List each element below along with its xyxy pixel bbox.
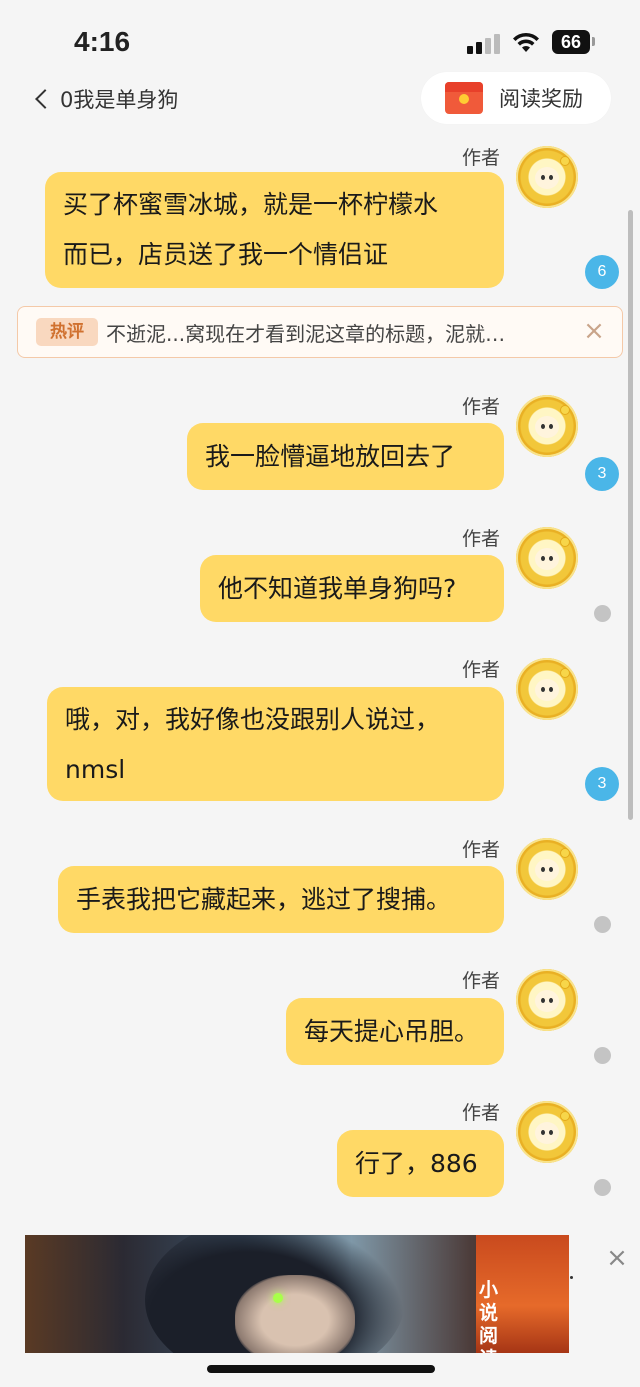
message-line: 买了杯蜜雪冰城，就是一杯柠檬水: [63, 190, 439, 219]
ad-banner[interactable]: 小说阅读: [25, 1235, 569, 1353]
ad-label: 小说阅读: [479, 1279, 499, 1353]
message-line: 而已，店员送了我一个情侣证: [63, 240, 389, 269]
close-icon[interactable]: ×: [604, 1245, 630, 1271]
chat-title: 0我是单身狗: [60, 88, 179, 112]
author-avatar[interactable]: [516, 969, 578, 1031]
battery-tip: [592, 37, 595, 46]
author-avatar[interactable]: [516, 146, 578, 208]
author-avatar[interactable]: [516, 395, 578, 457]
chevron-left-icon: [35, 89, 55, 109]
author-label: 作者: [462, 839, 501, 861]
no-comment-dot: [594, 1179, 611, 1196]
message-bubble[interactable]: 每天提心吊胆。: [286, 998, 504, 1065]
message-line: 每天提心吊胆。: [304, 1017, 480, 1046]
message-line: 行了，886: [355, 1149, 478, 1178]
message-bubble[interactable]: 手表我把它藏起来，逃过了搜捕。: [58, 866, 504, 933]
red-envelope-icon: [445, 82, 483, 114]
message-line: 哦，对，我好像也没跟别人说过，: [65, 705, 441, 734]
home-indicator[interactable]: [207, 1365, 435, 1373]
no-comment-dot: [594, 1047, 611, 1064]
reading-reward-button[interactable]: 阅读奖励: [421, 72, 611, 124]
comment-count-badge[interactable]: 6: [585, 255, 619, 289]
scrollbar[interactable]: [628, 210, 633, 820]
message-line: nmsl: [65, 755, 126, 784]
message-bubble[interactable]: 他不知道我单身狗吗?: [200, 555, 504, 622]
comment-count-badge[interactable]: 3: [585, 767, 619, 801]
message-line: 我一脸懵逼地放回去了: [205, 442, 456, 471]
message-bubble[interactable]: 买了杯蜜雪冰城，就是一杯柠檬水 而已，店员送了我一个情侣证: [45, 172, 504, 288]
author-avatar[interactable]: [516, 658, 578, 720]
author-label: 作者: [462, 147, 501, 169]
back-button[interactable]: 0我是单身狗: [30, 84, 178, 114]
close-icon[interactable]: ×: [580, 317, 608, 345]
message-bubble[interactable]: 哦，对，我好像也没跟别人说过， nmsl: [47, 687, 504, 801]
ad-dot: [570, 1276, 573, 1279]
wifi-icon: [513, 32, 539, 52]
status-bar: 4:16 66: [0, 0, 640, 80]
message-line: 手表我把它藏起来，逃过了搜捕。: [76, 885, 452, 914]
status-time: 4:16: [74, 26, 131, 57]
ad-character-face: [235, 1275, 355, 1353]
hot-comment-banner[interactable]: 热评 不逝泥...窝现在才看到泥这章的标题，泥就… ×: [17, 306, 623, 358]
author-avatar[interactable]: [516, 527, 578, 589]
author-label: 作者: [462, 1102, 501, 1124]
author-label: 作者: [462, 396, 501, 418]
message-bubble[interactable]: 我一脸懵逼地放回去了: [187, 423, 504, 490]
author-avatar[interactable]: [516, 838, 578, 900]
author-avatar[interactable]: [516, 1101, 578, 1163]
hot-comment-tag: 热评: [36, 318, 98, 346]
author-label: 作者: [462, 528, 501, 550]
author-label: 作者: [462, 970, 501, 992]
no-comment-dot: [594, 605, 611, 622]
reading-reward-label: 阅读奖励: [499, 87, 583, 111]
no-comment-dot: [594, 916, 611, 933]
battery-icon: 66: [552, 30, 590, 54]
author-label: 作者: [462, 659, 501, 681]
hot-comment-text: 不逝泥...窝现在才看到泥这章的标题，泥就…: [106, 321, 506, 346]
message-bubble[interactable]: 行了，886: [337, 1130, 504, 1197]
comment-count-badge[interactable]: 3: [585, 457, 619, 491]
cellular-signal-icon: [467, 32, 501, 54]
message-line: 他不知道我单身狗吗?: [218, 574, 457, 603]
ad-glow-effect: [273, 1293, 283, 1303]
